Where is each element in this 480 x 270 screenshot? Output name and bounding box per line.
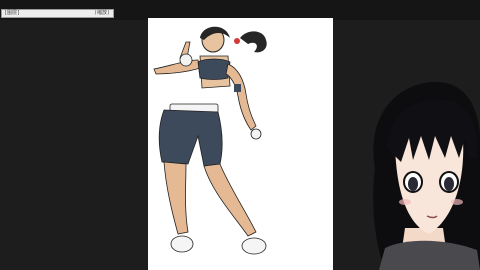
sports-top (197, 58, 231, 80)
right-arm (225, 63, 257, 131)
right-leg (203, 163, 257, 237)
character-illustration (153, 26, 267, 255)
armband (234, 84, 241, 92)
right-shoe (241, 237, 267, 255)
left-leg (163, 161, 189, 235)
avatar-right-pupil (444, 177, 454, 191)
glove-hand (179, 53, 193, 67)
zoom-label: (缩放) (93, 10, 110, 16)
vtuber-avatar (373, 81, 480, 270)
shorts (158, 109, 223, 167)
raised-arm (153, 59, 201, 75)
document-title-field[interactable]: [图层] (缩放) (1, 9, 114, 18)
hair-tie (234, 38, 240, 44)
avatar-blush-right (451, 199, 463, 205)
top-bar: [图层] (缩放) (0, 0, 480, 20)
vtuber-avatar-overlay (365, 78, 480, 270)
avatar-left-pupil (408, 177, 418, 191)
layer-label: [图层] (4, 10, 21, 16)
artboard[interactable] (148, 18, 333, 270)
avatar-blush-left (399, 199, 411, 205)
ponytail (240, 31, 267, 53)
left-shoe (170, 235, 194, 253)
right-glove (250, 128, 262, 140)
